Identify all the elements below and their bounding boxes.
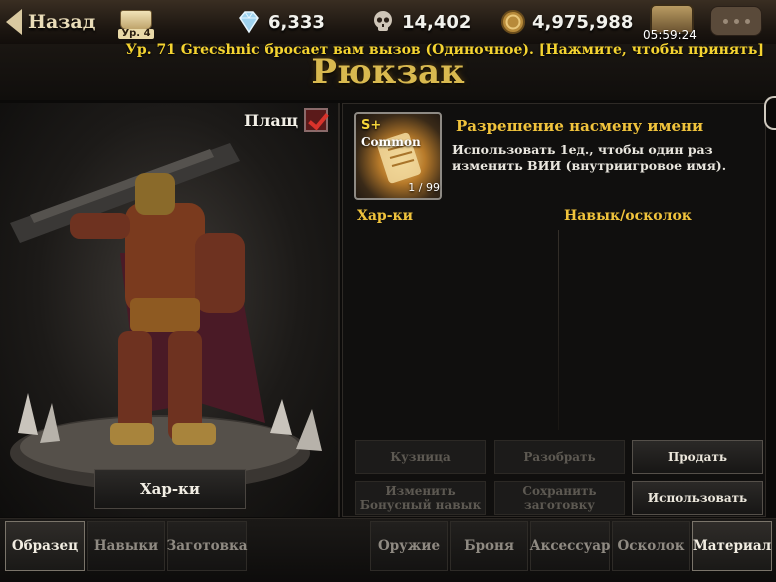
scroll-handle[interactable] <box>764 96 776 130</box>
chat-dot-icon <box>744 18 750 24</box>
dismantle-button[interactable]: Разобрать <box>494 440 625 474</box>
challenge-banner[interactable]: Ур. 71 Grecshnic бросает вам вызов (Один… <box>0 42 764 58</box>
chat-dot-icon <box>733 18 739 24</box>
cloak-toggle[interactable]: Плащ <box>244 108 329 132</box>
page-title: Рюкзак <box>311 52 465 92</box>
item-count: 1 / 99 <box>408 181 440 194</box>
sell-button[interactable]: Продать <box>632 440 763 474</box>
skulls-value: 14,402 <box>402 11 472 33</box>
item-description: Использовать 1ед., чтобы один раз измени… <box>452 142 727 173</box>
chat-button[interactable] <box>710 6 762 36</box>
tab-material[interactable]: Материал <box>692 521 772 571</box>
treasure-chest-button[interactable]: 05:59:24 <box>640 2 700 42</box>
tab-armor[interactable]: Броня <box>450 521 528 571</box>
character-model[interactable] <box>0 103 340 517</box>
cloak-checkbox[interactable] <box>304 108 329 132</box>
column-divider <box>558 230 559 430</box>
level-label: Ур. 4 <box>118 29 154 39</box>
tab-sample[interactable]: Образец <box>5 521 85 571</box>
item-grade: S+ <box>361 118 382 133</box>
tab-skills[interactable]: Навыки <box>87 521 165 571</box>
item-rarity: Common <box>361 135 421 149</box>
skull-icon <box>374 11 392 31</box>
tab-presets[interactable]: Заготовка <box>167 521 248 571</box>
diamond-icon <box>239 11 259 34</box>
tab-shard[interactable]: Осколок <box>612 521 690 571</box>
use-button[interactable]: Использовать <box>632 481 763 515</box>
stats-column-header: Хар-ки <box>357 208 414 224</box>
change-bonus-skill-button[interactable]: Изменить Бонусный навык <box>355 481 486 515</box>
gold-counter[interactable]: 4,975,988 <box>500 8 633 36</box>
character-stats-button[interactable]: Хар-ки <box>94 469 246 509</box>
back-button[interactable]: Назад <box>6 6 95 38</box>
gems-counter[interactable]: 6,333 <box>236 8 325 36</box>
tab-weapon[interactable]: Оружие <box>370 521 448 571</box>
forge-button[interactable]: Кузница <box>355 440 486 474</box>
cloak-label: Плащ <box>244 110 299 130</box>
back-label: Назад <box>28 11 96 33</box>
tab-accessory[interactable]: Аксессуар <box>530 521 610 571</box>
gems-value: 6,333 <box>268 11 325 33</box>
skill-column-header: Навык/осколок <box>564 208 692 224</box>
open-book-icon <box>120 10 152 30</box>
character-panel <box>0 103 340 517</box>
gold-value: 4,975,988 <box>532 11 634 33</box>
item-name: Разрешение насмену имени <box>456 117 704 135</box>
level-badge[interactable]: Ур. 4 <box>118 10 154 39</box>
gold-coin-icon <box>501 10 525 34</box>
save-preset-button[interactable]: Сохранить заготовку <box>494 481 625 515</box>
back-arrow-icon <box>6 9 22 35</box>
skulls-counter[interactable]: 14,402 <box>370 8 471 36</box>
chat-dot-icon <box>722 18 728 24</box>
chest-timer: 05:59:24 <box>643 28 697 42</box>
